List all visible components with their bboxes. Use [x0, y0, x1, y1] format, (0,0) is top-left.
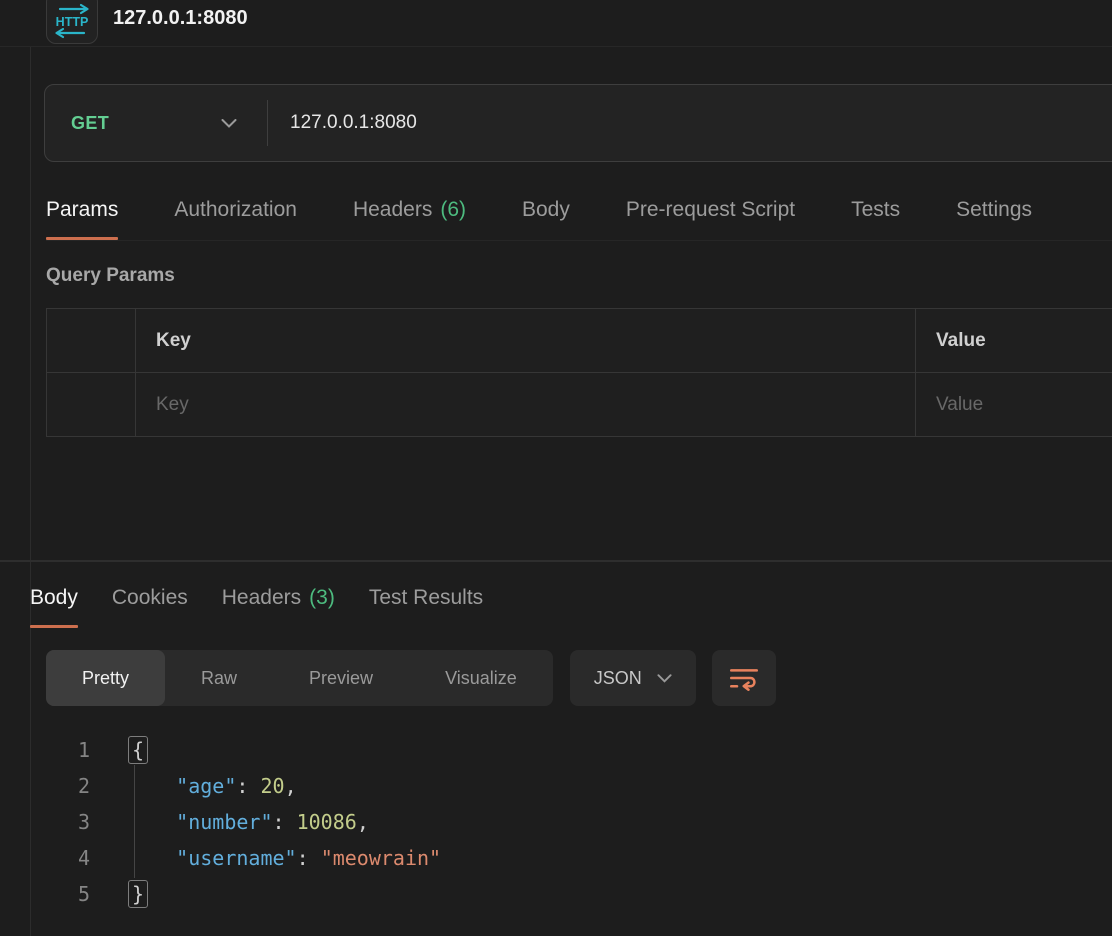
- code-token-str: "meowrain": [321, 846, 441, 870]
- code-token-key: "username": [176, 846, 296, 870]
- request-tab-settings[interactable]: Settings: [956, 196, 1032, 240]
- method-selector[interactable]: GET: [45, 85, 267, 161]
- view-mode-preview[interactable]: Preview: [273, 650, 409, 706]
- view-mode-switcher: PrettyRawPreviewVisualize: [46, 650, 553, 706]
- tab-label: Authorization: [174, 198, 297, 222]
- value-column-header: Value: [916, 309, 1112, 373]
- tab-label: Headers: [222, 586, 301, 610]
- tab-label: Body: [522, 198, 570, 222]
- request-tabs: Params Authorization Headers (6) Body Pre-req…: [46, 196, 1112, 241]
- code-token-punct: ,: [285, 774, 297, 798]
- line-number: 5: [0, 882, 90, 906]
- request-tab-params[interactable]: Params: [46, 196, 118, 240]
- http-protocol-icon: HTTP: [46, 0, 98, 44]
- indent-guide: [134, 765, 135, 878]
- tab-label: Tests: [851, 198, 900, 222]
- code-indent: [128, 810, 176, 834]
- code-line-content: "age": 20,: [128, 774, 297, 798]
- code-line: 1{: [0, 732, 1112, 768]
- code-token-num: 10086: [297, 810, 357, 834]
- value-input[interactable]: Value: [916, 373, 1112, 437]
- tab-label: Cookies: [112, 586, 188, 610]
- header-divider: [0, 46, 1112, 47]
- response-tabs: Body Cookies Headers (3) Test Results: [30, 584, 483, 628]
- table-header-row: Key Value: [47, 309, 1112, 373]
- code-token-punct: ,: [357, 810, 369, 834]
- format-label: JSON: [594, 668, 642, 689]
- request-title: 127.0.0.1:8080: [113, 7, 248, 30]
- code-token-punct: :: [273, 810, 297, 834]
- code-token-punct: :: [236, 774, 260, 798]
- key-column-header: Key: [136, 309, 916, 373]
- chevron-down-icon: [221, 119, 237, 128]
- code-line: 5}: [0, 876, 1112, 912]
- postman-app: HTTP 127.0.0.1:8080 GET 127.0.0.1:8080 P…: [0, 0, 1112, 936]
- line-number: 3: [0, 810, 90, 834]
- wrap-lines-button[interactable]: [712, 650, 776, 706]
- code-indent: [128, 846, 176, 870]
- code-line: 2 "age": 20,: [0, 768, 1112, 804]
- format-selector[interactable]: JSON: [570, 650, 696, 706]
- view-mode-visualize[interactable]: Visualize: [409, 650, 553, 706]
- query-params-table: Key Value Key Value: [46, 308, 1112, 440]
- code-token-num: 20: [260, 774, 284, 798]
- response-tab-headers[interactable]: Headers (3): [222, 584, 335, 628]
- row-select-cell: [47, 373, 136, 437]
- tab-label: Headers: [353, 198, 432, 222]
- select-column-header: [47, 309, 136, 373]
- tab-count-badge: (6): [440, 198, 466, 222]
- code-line-content: "number": 10086,: [128, 810, 369, 834]
- request-tab-pre-request-script[interactable]: Pre-request Script: [626, 196, 795, 240]
- view-mode-raw[interactable]: Raw: [165, 650, 273, 706]
- code-token-fold: {: [128, 736, 148, 764]
- tab-count-badge: (3): [309, 586, 335, 610]
- svg-text:HTTP: HTTP: [56, 15, 89, 29]
- request-tab-tests[interactable]: Tests: [851, 196, 900, 240]
- request-tab-authorization[interactable]: Authorization: [174, 196, 297, 240]
- code-indent: [128, 774, 176, 798]
- tab-label: Settings: [956, 198, 1032, 222]
- key-input[interactable]: Key: [136, 373, 916, 437]
- tab-label: Pre-request Script: [626, 198, 795, 222]
- line-number: 4: [0, 846, 90, 870]
- request-tab-headers[interactable]: Headers (6): [353, 196, 466, 240]
- line-number: 1: [0, 738, 90, 762]
- table-row: Key Value: [47, 373, 1112, 437]
- response-tab-body[interactable]: Body: [30, 584, 78, 628]
- code-token-key: "number": [176, 810, 272, 834]
- url-bar: GET 127.0.0.1:8080: [44, 84, 1112, 162]
- code-line: 4 "username": "meowrain": [0, 840, 1112, 876]
- request-response-splitter[interactable]: [0, 560, 1112, 562]
- query-params-title: Query Params: [46, 265, 175, 287]
- code-token-fold: }: [128, 880, 148, 908]
- url-input[interactable]: 127.0.0.1:8080: [268, 112, 417, 134]
- code-token-key: "age": [176, 774, 236, 798]
- code-line-content: }: [128, 882, 148, 906]
- response-body-code[interactable]: 1{2 "age": 20,3 "number": 10086,4 "usern…: [0, 732, 1112, 936]
- chevron-down-icon: [657, 674, 672, 683]
- code-token-punct: :: [297, 846, 321, 870]
- response-tab-test-results[interactable]: Test Results: [369, 584, 483, 628]
- http-arrows-icon: HTTP: [50, 1, 94, 41]
- code-line: 3 "number": 10086,: [0, 804, 1112, 840]
- tab-label: Params: [46, 198, 118, 222]
- code-line-content: {: [128, 738, 148, 762]
- wrap-lines-icon: [727, 664, 761, 692]
- code-line-content: "username": "meowrain": [128, 846, 441, 870]
- response-toolbar: PrettyRawPreviewVisualize JSON: [46, 650, 776, 706]
- line-number: 2: [0, 774, 90, 798]
- method-label: GET: [71, 113, 109, 134]
- request-tab-body[interactable]: Body: [522, 196, 570, 240]
- tab-label: Test Results: [369, 586, 483, 610]
- view-mode-pretty[interactable]: Pretty: [46, 650, 165, 706]
- response-tab-cookies[interactable]: Cookies: [112, 584, 188, 628]
- tab-label: Body: [30, 586, 78, 610]
